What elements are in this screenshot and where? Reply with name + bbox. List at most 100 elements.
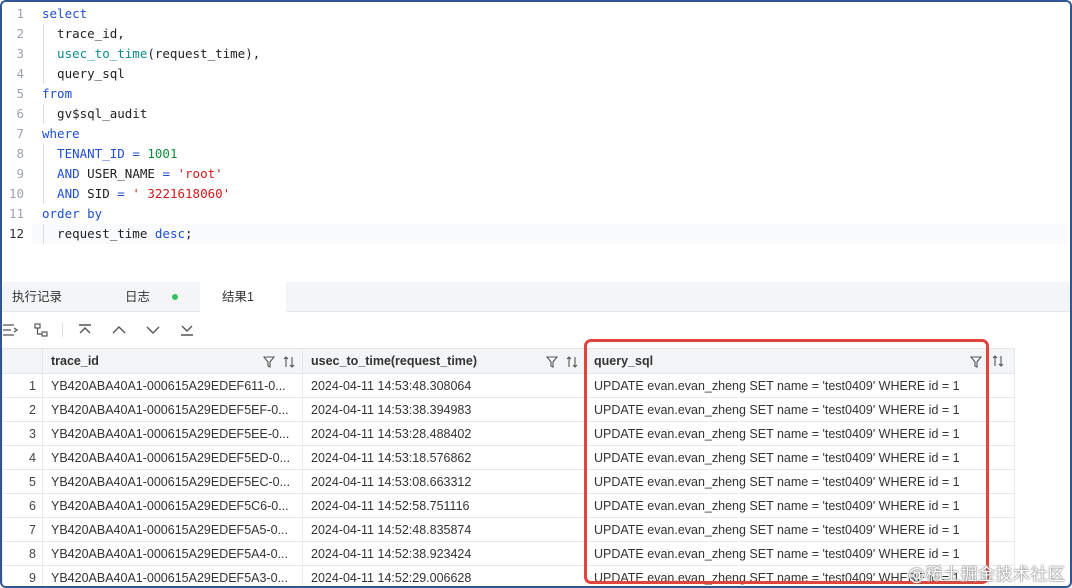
cell-trace-id[interactable]: YB420ABA40A1-000615A29EDEF5ED-0... [42, 445, 303, 470]
code-line[interactable]: 4 query_sql [2, 64, 1070, 84]
cell-query-sql[interactable]: UPDATE evan.evan_zheng SET name = 'test0… [585, 493, 989, 518]
line-number: 7 [16, 126, 24, 141]
row-number[interactable]: 3 [2, 421, 43, 446]
table-row[interactable]: 6 YB420ABA40A1-000615A29EDEF5C6-0... 2024-… [2, 493, 1015, 518]
row-number[interactable]: 1 [2, 373, 43, 398]
filter-icon[interactable] [262, 355, 275, 369]
table-row[interactable]: 2 YB420ABA40A1-000615A29EDEF5EF-0... 2024-… [2, 397, 1015, 422]
code-line[interactable]: 11 order by [2, 204, 1070, 224]
row-number[interactable]: 8 [2, 541, 43, 566]
cell-trace-id[interactable]: YB420ABA40A1-000615A29EDEF5C6-0... [42, 493, 303, 518]
cell-trace-id[interactable]: YB420ABA40A1-000615A29EDEF5A3-0... [42, 565, 303, 586]
sql-editor[interactable]: 1 select 2 trace_id, 3 usec_to_time(request… [2, 2, 1070, 282]
code-line[interactable]: 2 trace_id, [2, 24, 1070, 44]
column-header-actions [262, 355, 296, 369]
table-row[interactable]: 7 YB420ABA40A1-000615A29EDEF5A5-0... 2024-… [2, 517, 1015, 542]
code-line[interactable]: 1 select [2, 4, 1070, 24]
code-line[interactable]: 7 where [2, 124, 1070, 144]
code-token: 'root' [177, 166, 223, 181]
table-row[interactable]: 1 YB420ABA40A1-000615A29EDEF611-0... 2024-… [2, 373, 1015, 398]
cell-request-time[interactable]: 2024-04-11 14:53:18.576862 [302, 445, 586, 470]
table-row[interactable]: 8 YB420ABA40A1-000615A29EDEF5A4-0... 2024-… [2, 541, 1015, 566]
toolbar-divider [62, 323, 63, 337]
cell-query-sql[interactable]: UPDATE evan.evan_zheng SET name = 'test0… [585, 421, 989, 446]
table-row[interactable]: 5 YB420ABA40A1-000615A29EDEF5EC-0... 2024-… [2, 469, 1015, 494]
cell-trace-id[interactable]: YB420ABA40A1-000615A29EDEF5A5-0... [42, 517, 303, 542]
cell-request-time[interactable]: 2024-04-11 14:52:29.006628 [302, 565, 586, 586]
code-text: from [42, 84, 72, 104]
column-header-actions [970, 355, 982, 369]
cell-trace-id[interactable]: YB420ABA40A1-000615A29EDEF611-0... [42, 373, 303, 398]
code-token: SID [79, 186, 118, 201]
row-number[interactable]: 2 [2, 397, 43, 422]
column-header-label: trace_id [51, 354, 99, 368]
row-number[interactable]: 4 [2, 445, 43, 470]
line-number: 11 [8, 206, 24, 221]
column-header-trace-id[interactable]: trace_id [42, 348, 303, 374]
code-token: ' 3221618060' [132, 186, 231, 201]
sort-icon[interactable] [565, 355, 579, 369]
cell-request-time[interactable]: 2024-04-11 14:53:28.488402 [302, 421, 586, 446]
cell-trace-id[interactable]: YB420ABA40A1-000615A29EDEF5EC-0... [42, 469, 303, 494]
code-text: AND USER_NAME = 'root' [42, 164, 223, 184]
code-line[interactable]: 9 AND USER_NAME = 'root' [2, 164, 1070, 184]
code-line[interactable]: 8 TENANT_ID = 1001 [2, 144, 1070, 164]
row-number[interactable]: 7 [2, 517, 43, 542]
cell-request-time[interactable]: 2024-04-11 14:53:38.394983 [302, 397, 586, 422]
tab-execution-history[interactable]: 执行记录 [2, 282, 110, 312]
last-row-icon[interactable] [178, 321, 196, 339]
column-header-extra [988, 348, 1015, 374]
table-row[interactable]: 4 YB420ABA40A1-000615A29EDEF5ED-0... 2024-… [2, 445, 1015, 470]
cell-query-sql[interactable]: UPDATE evan.evan_zheng SET name = 'test0… [585, 397, 989, 422]
row-number[interactable]: 6 [2, 493, 43, 518]
next-row-icon[interactable] [144, 321, 162, 339]
code-token: from [42, 86, 73, 101]
cell-query-sql[interactable]: UPDATE evan.evan_zheng SET name = 'test0… [585, 445, 989, 470]
success-status-dot-icon [172, 294, 178, 300]
sort-icon[interactable] [991, 354, 1005, 368]
column-header-query-sql[interactable]: query_sql [585, 348, 989, 374]
cell-request-time[interactable]: 2024-04-11 14:53:08.663312 [302, 469, 586, 494]
previous-row-icon[interactable] [110, 321, 128, 339]
filler-cell [988, 421, 1015, 446]
code-text: query_sql [42, 64, 125, 84]
cell-request-time[interactable]: 2024-04-11 14:52:48.835874 [302, 517, 586, 542]
tab-log[interactable]: 日志 [110, 282, 200, 312]
expand-rows-icon[interactable] [2, 321, 20, 339]
row-number[interactable]: 5 [2, 469, 43, 494]
result-grid[interactable]: trace_id usec_to_time(request_time) quer… [2, 348, 1070, 586]
cell-request-time[interactable]: 2024-04-11 14:53:48.308064 [302, 373, 586, 398]
sort-icon[interactable] [282, 355, 296, 369]
cell-query-sql[interactable]: UPDATE evan.evan_zheng SET name = 'test0… [585, 373, 989, 398]
cell-request-time[interactable]: 2024-04-11 14:52:38.923424 [302, 541, 586, 566]
cell-request-time[interactable]: 2024-04-11 14:52:58.751116 [302, 493, 586, 518]
code-token: = [162, 166, 178, 181]
table-row[interactable]: 3 YB420ABA40A1-000615A29EDEF5EE-0... 2024-… [2, 421, 1015, 446]
code-text: trace_id, [42, 24, 125, 44]
column-header-usec-to-time[interactable]: usec_to_time(request_time) [302, 348, 586, 374]
table-body: 1 YB420ABA40A1-000615A29EDEF611-0... 2024-… [2, 373, 1015, 586]
tab-result-1[interactable]: 结果1 [200, 282, 286, 313]
cell-query-sql[interactable]: UPDATE evan.evan_zheng SET name = 'test0… [585, 517, 989, 542]
code-line[interactable]: 12 request_time desc; [2, 224, 1070, 244]
filter-icon[interactable] [545, 355, 558, 369]
filter-icon[interactable] [970, 355, 982, 369]
result-tabs: 执行记录 日志 结果1 [2, 282, 1070, 313]
cell-trace-id[interactable]: YB420ABA40A1-000615A29EDEF5A4-0... [42, 541, 303, 566]
line-number: 9 [16, 166, 24, 181]
code-line[interactable]: 10 AND SID = ' 3221618060' [2, 184, 1070, 204]
code-line[interactable]: 5 from [2, 84, 1070, 104]
cell-query-sql[interactable]: UPDATE evan.evan_zheng SET name = 'test0… [585, 469, 989, 494]
code-line[interactable]: 6 gv$sql_audit [2, 104, 1070, 124]
table-row[interactable]: 9 YB420ABA40A1-000615A29EDEF5A3-0... 2024-… [2, 565, 1015, 586]
first-row-icon[interactable] [76, 321, 94, 339]
watermark: @稀土掘金技术社区 [908, 560, 1066, 585]
cell-trace-id[interactable]: YB420ABA40A1-000615A29EDEF5EE-0... [42, 421, 303, 446]
code-token: order by [42, 206, 103, 221]
tree-view-icon[interactable] [32, 321, 50, 339]
cell-trace-id[interactable]: YB420ABA40A1-000615A29EDEF5EF-0... [42, 397, 303, 422]
code-text: request_time desc; [42, 224, 192, 244]
row-number[interactable]: 9 [2, 565, 43, 586]
code-token: = [124, 146, 148, 161]
code-line[interactable]: 3 usec_to_time(request_time), [2, 44, 1070, 64]
